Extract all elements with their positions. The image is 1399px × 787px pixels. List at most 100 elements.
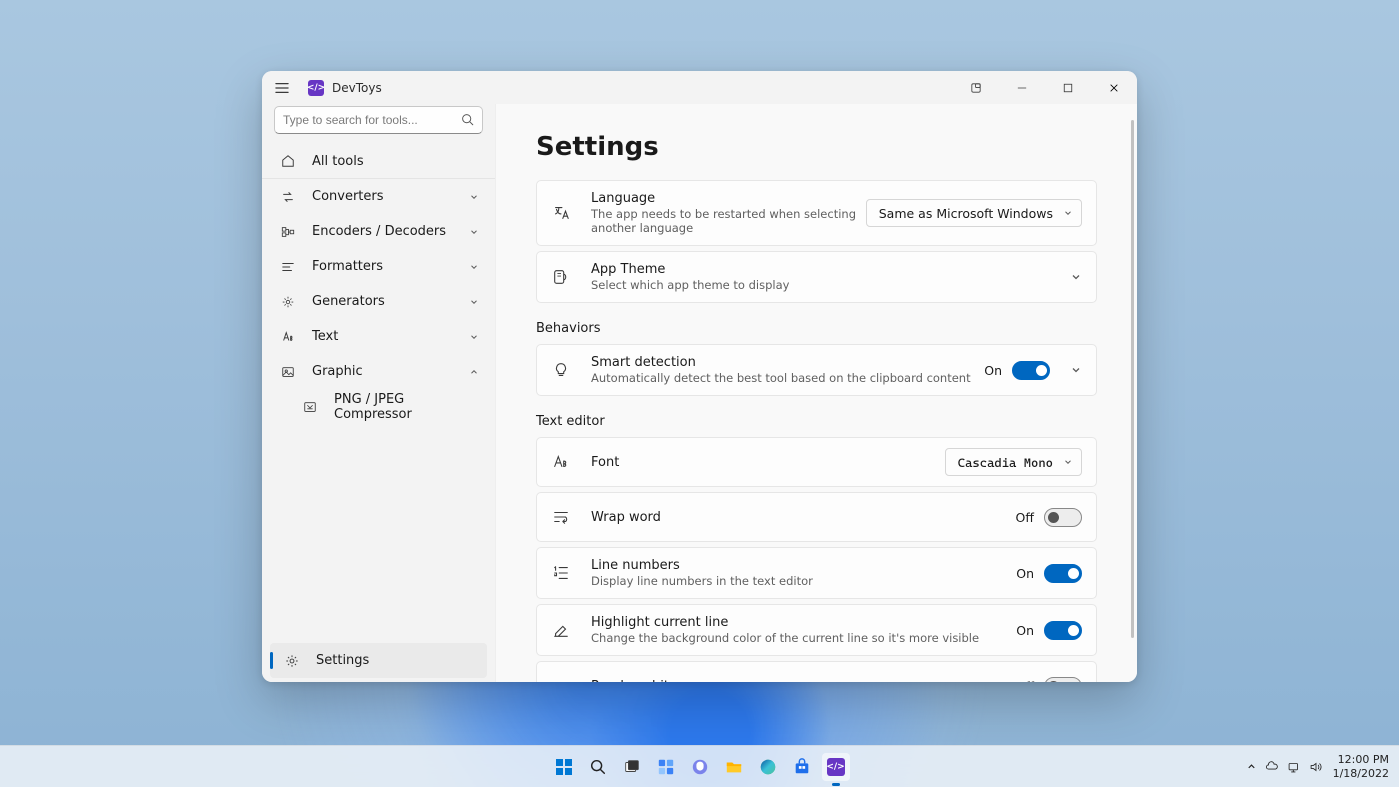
encoders-icon xyxy=(280,224,296,240)
setting-smart-detection: Smart detection Automatically detect the… xyxy=(536,344,1097,396)
toggle-state-label: Off xyxy=(1016,679,1034,683)
section-text-editor: Text editor xyxy=(536,414,1097,429)
chevron-down-icon xyxy=(469,262,479,272)
render-whitespace-toggle[interactable] xyxy=(1044,677,1082,683)
chevron-down-icon[interactable] xyxy=(1070,364,1082,376)
sidebar-item-label: Graphic xyxy=(312,364,469,379)
sidebar-item-label: Text xyxy=(312,329,469,344)
language-dropdown[interactable]: Same as Microsoft Windows xyxy=(866,199,1082,227)
sidebar-item-label: All tools xyxy=(312,154,479,169)
sidebar-item-generators[interactable]: Generators xyxy=(266,284,491,319)
maximize-button[interactable] xyxy=(1045,71,1091,104)
page-title: Settings xyxy=(536,132,1097,162)
line-numbers-toggle[interactable] xyxy=(1044,564,1082,583)
setting-title: Font xyxy=(591,455,945,470)
taskbar-search-button[interactable] xyxy=(584,753,612,781)
setting-title: Wrap word xyxy=(591,510,1016,525)
chevron-down-icon xyxy=(469,227,479,237)
font-dropdown[interactable]: Cascadia Mono xyxy=(945,448,1082,476)
hamburger-menu-button[interactable] xyxy=(272,78,292,98)
chevron-down-icon[interactable] xyxy=(1070,271,1082,283)
setting-title: App Theme xyxy=(591,262,1060,277)
setting-title: Render white space xyxy=(591,679,1016,683)
search-box[interactable] xyxy=(274,106,483,134)
network-icon[interactable] xyxy=(1287,760,1301,774)
setting-desc: Display line numbers in the text editor xyxy=(591,574,1016,588)
sidebar-item-png-jpeg-compressor[interactable]: PNG / JPEG Compressor xyxy=(266,389,491,424)
setting-title: Smart detection xyxy=(591,355,984,370)
app-window: </> DevToys xyxy=(262,71,1137,682)
setting-highlight-line: Highlight current line Change the backgr… xyxy=(536,604,1097,656)
tray-clock[interactable]: 12:00 PM 1/18/2022 xyxy=(1333,753,1389,779)
sidebar-item-formatters[interactable]: Formatters xyxy=(266,249,491,284)
setting-desc: Change the background color of the curre… xyxy=(591,631,1016,645)
setting-title: Highlight current line xyxy=(591,615,1016,630)
highlight-line-toggle[interactable] xyxy=(1044,621,1082,640)
search-icon xyxy=(461,113,474,126)
toggle-state-label: Off xyxy=(1016,510,1034,525)
gear-icon xyxy=(284,653,300,669)
lightbulb-icon xyxy=(551,361,571,379)
setting-render-whitespace: Render white space Off xyxy=(536,661,1097,682)
tray-overflow-icon[interactable] xyxy=(1246,761,1257,772)
setting-line-numbers: Line numbers Display line numbers in the… xyxy=(536,547,1097,599)
sidebar-item-text[interactable]: Text xyxy=(266,319,491,354)
sidebar-item-label: Generators xyxy=(312,294,469,309)
store-button[interactable] xyxy=(788,753,816,781)
onedrive-icon[interactable] xyxy=(1265,760,1279,774)
edge-button[interactable] xyxy=(754,753,782,781)
sidebar-item-label: Settings xyxy=(316,653,475,668)
chevron-down-icon xyxy=(469,297,479,307)
whitespace-icon xyxy=(551,677,571,682)
formatters-icon xyxy=(280,259,296,275)
setting-desc: Automatically detect the best tool based… xyxy=(591,371,984,385)
text-icon xyxy=(280,329,296,345)
sidebar-item-encoders[interactable]: Encoders / Decoders xyxy=(266,214,491,249)
dropdown-value: Same as Microsoft Windows xyxy=(879,206,1053,221)
sidebar-item-label: Formatters xyxy=(312,259,469,274)
sidebar-item-label: Converters xyxy=(312,189,469,204)
sidebar-item-all-tools[interactable]: All tools xyxy=(262,144,495,179)
tray-time: 12:00 PM xyxy=(1333,753,1389,766)
app-name: DevToys xyxy=(332,81,382,95)
wrap-word-toggle[interactable] xyxy=(1044,508,1082,527)
compact-overlay-button[interactable] xyxy=(953,71,999,104)
setting-wrap-word: Wrap word Off xyxy=(536,492,1097,542)
setting-desc: Select which app theme to display xyxy=(591,278,1060,292)
setting-font: Font Cascadia Mono xyxy=(536,437,1097,487)
volume-icon[interactable] xyxy=(1309,760,1323,774)
chevron-down-icon xyxy=(469,332,479,342)
sidebar-item-settings[interactable]: Settings xyxy=(270,643,487,678)
chat-button[interactable] xyxy=(686,753,714,781)
close-button[interactable] xyxy=(1091,71,1137,104)
sidebar: All tools Converters Encoders / Decoders xyxy=(262,104,496,682)
chevron-down-icon xyxy=(469,192,479,202)
wrap-icon xyxy=(551,508,571,526)
widgets-button[interactable] xyxy=(652,753,680,781)
chevron-up-icon xyxy=(469,367,479,377)
tray-date: 1/18/2022 xyxy=(1333,767,1389,780)
minimize-button[interactable] xyxy=(999,71,1045,104)
sidebar-item-converters[interactable]: Converters xyxy=(266,179,491,214)
toggle-state-label: On xyxy=(1016,566,1034,581)
theme-icon xyxy=(551,268,571,286)
file-explorer-button[interactable] xyxy=(720,753,748,781)
highlight-icon xyxy=(551,621,571,639)
chevron-down-icon xyxy=(1063,457,1073,467)
chevron-down-icon xyxy=(1063,208,1073,218)
start-button[interactable] xyxy=(550,753,578,781)
task-view-button[interactable] xyxy=(618,753,646,781)
setting-desc: The app needs to be restarted when selec… xyxy=(591,207,866,235)
compressor-icon xyxy=(302,399,318,415)
devtoys-taskbar-button[interactable]: </> xyxy=(822,753,850,781)
graphic-icon xyxy=(280,364,296,380)
smart-detection-toggle[interactable] xyxy=(1012,361,1050,380)
dropdown-value: Cascadia Mono xyxy=(958,455,1053,470)
home-icon xyxy=(280,153,296,169)
search-input[interactable] xyxy=(283,113,454,127)
scrollbar[interactable] xyxy=(1131,120,1134,638)
titlebar: </> DevToys xyxy=(262,71,1137,104)
setting-title: Line numbers xyxy=(591,558,1016,573)
sidebar-item-graphic[interactable]: Graphic xyxy=(266,354,491,389)
setting-app-theme[interactable]: App Theme Select which app theme to disp… xyxy=(536,251,1097,303)
